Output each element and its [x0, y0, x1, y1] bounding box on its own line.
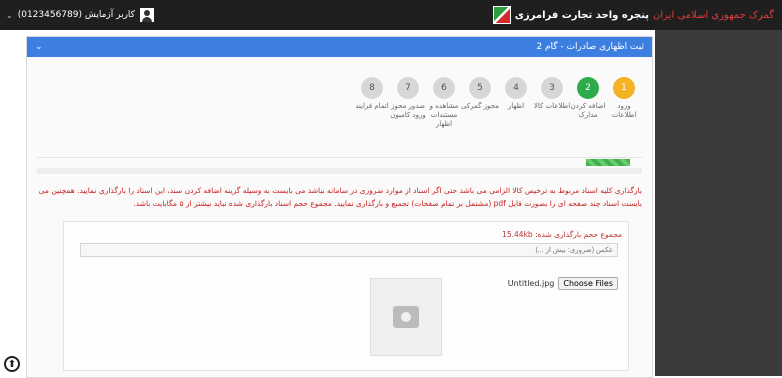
step-label: اطلاعات کالا	[533, 102, 571, 110]
panel-title: ثبت اظهاری صادرات - گام 2	[536, 42, 644, 52]
step-circle: 1	[613, 77, 635, 99]
step-circle: 6	[433, 77, 455, 99]
panel-header: ⌄ ثبت اظهاری صادرات - گام 2	[27, 37, 652, 57]
step-label: مشاهده و مستندات اظهار	[429, 102, 459, 128]
user-menu[interactable]: ⌄ کاربر آزمایش (0123456789)	[6, 6, 154, 24]
step-circle: 8	[361, 77, 383, 99]
step-label: اظهار	[507, 102, 525, 110]
collapse-chevron-icon[interactable]: ⌄	[35, 42, 43, 52]
step-label: ورود اطلاعات	[611, 102, 637, 119]
progress-bar	[586, 159, 630, 166]
upload-size-label: مجموع حجم بارگذاری شده: 15.44kb	[502, 230, 622, 239]
upload-warning: بارگذاری کلیه اسناد مربوط به ترخیص کالا …	[38, 186, 642, 208]
user-avatar-icon	[139, 8, 154, 22]
file-thumbnail[interactable]	[370, 278, 442, 356]
step-label: مجوز گمرکی	[461, 102, 499, 110]
step-5[interactable]: 5 مجوز گمرکی	[461, 77, 499, 129]
main-content: ⌄ ثبت اظهاری صادرات - گام 2 1 ورود اطلاع…	[0, 30, 655, 378]
step-1[interactable]: 1 ورود اطلاعات	[608, 77, 640, 129]
step-6[interactable]: 6 مشاهده و مستندات اظهار	[428, 77, 460, 129]
step-2[interactable]: 2 اضافه کردن مدارک	[571, 77, 605, 129]
progress-track	[37, 168, 642, 174]
chevron-down-icon[interactable]: ⌄	[6, 11, 13, 20]
document-upload-box: مجموع حجم بارگذاری شده: 15.44kb Untitled…	[63, 221, 629, 371]
selected-file-name: Untitled.jpg	[507, 279, 555, 288]
document-description-input[interactable]	[80, 243, 618, 257]
step-wizard: 1 ورود اطلاعات 2 اضافه کردن مدارک 3 اطلا…	[355, 77, 640, 129]
right-side-panel	[655, 30, 782, 376]
step-8[interactable]: 8 اتمام فرایند	[355, 77, 389, 129]
file-picker: Untitled.jpg Choose Files	[508, 277, 618, 290]
divider	[37, 157, 642, 158]
brand-title: پنجره واحد تجارت فرامرزی	[514, 9, 650, 21]
scroll-to-top-icon[interactable]: ⬆	[4, 356, 20, 372]
step-circle: 3	[541, 77, 563, 99]
step-circle: 5	[469, 77, 491, 99]
step-3[interactable]: 3 اطلاعات کالا	[534, 77, 570, 129]
choose-files-button[interactable]: Choose Files	[558, 277, 618, 290]
step-7[interactable]: 7 صدور مجوز ورود کامیون	[390, 77, 426, 129]
step-4[interactable]: 4 اظهار	[500, 77, 532, 129]
step-circle: 4	[505, 77, 527, 99]
user-label: کاربر آزمایش (0123456789)	[17, 10, 135, 20]
step-label: صدور مجوز ورود کامیون	[390, 102, 426, 119]
brand[interactable]: پنجره واحد تجارت فرامرزی گمرک جمهوری اسل…	[492, 6, 774, 24]
step-circle: 7	[397, 77, 419, 99]
step-label: اضافه کردن مدارک	[570, 102, 606, 119]
top-bar: پنجره واحد تجارت فرامرزی گمرک جمهوری اسل…	[0, 0, 782, 30]
export-declaration-panel: ⌄ ثبت اظهاری صادرات - گام 2 1 ورود اطلاع…	[26, 36, 653, 378]
customs-logo-icon	[492, 6, 511, 24]
step-circle: 2	[577, 77, 599, 99]
step-label: اتمام فرایند	[355, 102, 389, 110]
camera-icon	[393, 306, 419, 328]
brand-subtitle: گمرک جمهوری اسلامی ایران	[653, 9, 774, 21]
